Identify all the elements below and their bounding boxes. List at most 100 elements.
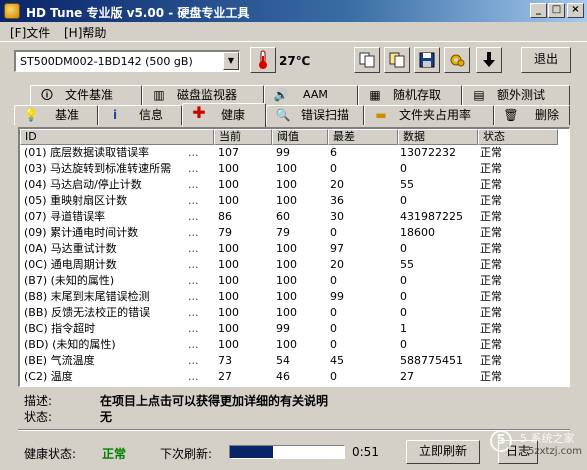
status-cell: 正常: [480, 322, 502, 335]
save-icon[interactable]: [414, 47, 440, 73]
app-icon: [4, 3, 20, 19]
row-dots: ...: [188, 274, 199, 287]
trash-icon: 🗑: [503, 108, 519, 122]
row-dots: ...: [188, 258, 199, 271]
settings-icon[interactable]: [444, 47, 470, 73]
table-row[interactable]: (BC) 指令超时 100 99 0 1 正常...: [20, 321, 569, 337]
watermark-site: 5zxtzj.com: [528, 446, 583, 457]
data-cell: 0: [400, 338, 407, 351]
menu-help[interactable]: [H]帮助: [64, 24, 106, 41]
table-row[interactable]: (04) 马达启动/停止计数 100 100 20 55 正常...: [20, 177, 569, 193]
worst-cell: 97: [330, 242, 344, 255]
tab-disk-monitor[interactable]: ▥ 磁盘监视器: [142, 85, 264, 105]
row-dots: ...: [188, 162, 199, 175]
worst-cell: 0: [330, 274, 337, 287]
threshold-cell: 60: [276, 210, 290, 223]
chevron-down-icon[interactable]: ▼: [223, 52, 239, 70]
row-dots: ...: [188, 322, 199, 335]
data-cell: 0: [400, 306, 407, 319]
down-arrow-icon[interactable]: [476, 47, 502, 73]
progress-fill: [230, 446, 274, 458]
refresh-now-button[interactable]: 立即刷新: [406, 440, 480, 464]
attr-cell: (B7) (未知的属性): [24, 274, 115, 287]
attr-cell: (B8) 末尾到末尾错误检测: [24, 290, 150, 303]
copy-all-icon[interactable]: [384, 47, 410, 73]
info-icon: 🛈: [40, 88, 54, 102]
table-row[interactable]: (09) 累计通电时间计数 79 79 0 18600 正常...: [20, 225, 569, 241]
smart-table[interactable]: ID 当前 阈值 最差 数据 状态 (01) 底层数据读取错误率 107 99 6 13…: [18, 127, 570, 387]
info-icon: i: [112, 108, 118, 122]
window-title: HD Tune 专业版 v5.00 - 硬盘专业工具: [26, 6, 250, 20]
status-cell: 正常: [480, 178, 502, 191]
attr-cell: (BC) 指令超时: [24, 322, 96, 335]
description-text: 在项目上点击可以获得更加详细的有关说明: [100, 394, 329, 408]
attr-cell: (01) 底层数据读取错误率: [24, 146, 150, 159]
close-button[interactable]: ×: [567, 3, 584, 18]
current-cell: 73: [218, 354, 232, 367]
tab-row-top: 🛈 文件基准 ▥ 磁盘监视器 🔊 AAM ▦ 随机存取 ▤ 额外测试: [14, 85, 570, 105]
attr-cell: (0A) 马达重试计数: [24, 242, 117, 255]
attr-cell: (03) 马达旋转到标准转速所需: [24, 162, 172, 175]
table-row[interactable]: (07) 寻道错误率 86 60 30 431987225 正常...: [20, 209, 569, 225]
data-cell: 431987225: [400, 210, 463, 223]
health-status-label: 健康状态:: [24, 447, 77, 461]
tab-extra-tests[interactable]: ▤ 额外测试: [462, 85, 570, 105]
column-header-id[interactable]: ID: [20, 129, 214, 145]
table-row[interactable]: (01) 底层数据读取错误率 107 99 6 13072232 正常...: [20, 145, 569, 161]
tab-label: 信息: [139, 108, 164, 122]
table-row[interactable]: (BE) 气流温度 73 54 45 588775451 正常...: [20, 353, 569, 369]
tab-label: 文件夹占用率: [399, 108, 472, 122]
table-row[interactable]: (C2) 温度 27 46 0 27 正常...: [20, 369, 569, 385]
tab-info[interactable]: i 信息: [98, 105, 182, 125]
worst-cell: 0: [330, 306, 337, 319]
minimize-button[interactable]: _: [530, 3, 547, 18]
tab-aam[interactable]: 🔊 AAM: [264, 85, 358, 105]
folder-icon: ▬: [375, 108, 387, 122]
column-header-data[interactable]: 数据: [398, 129, 478, 145]
table-row[interactable]: (B7) (未知的属性) 100 100 0 0 正常...: [20, 273, 569, 289]
table-row[interactable]: (0C) 通电周期计数 100 100 20 55 正常...: [20, 257, 569, 273]
status-cell: 正常: [480, 274, 502, 287]
column-header-status[interactable]: 状态: [478, 129, 558, 145]
menu-file[interactable]: [F]文件: [10, 24, 50, 41]
description-area: 描述: 在项目上点击可以获得更加详细的有关说明 状态: 无: [0, 388, 587, 428]
threshold-cell: 100: [276, 258, 297, 271]
tab-erase[interactable]: 🗑 删除: [494, 105, 570, 125]
row-dots: ...: [188, 226, 199, 239]
tab-label: 额外测试: [497, 88, 546, 102]
table-row[interactable]: (BB) 反馈无法校正的错误 100 100 0 0 正常...: [20, 305, 569, 321]
tab-health[interactable]: ✚ 健康: [182, 103, 266, 127]
drive-select[interactable]: ST500DM002-1BD142 (500 gB) ▼: [14, 50, 240, 72]
thermometer-icon[interactable]: [250, 47, 276, 73]
table-row[interactable]: (0A) 马达重试计数 100 100 97 0 正常...: [20, 241, 569, 257]
worst-cell: 6: [330, 146, 337, 159]
toolbar: ST500DM002-1BD142 (500 gB) ▼ 27℃ 退出: [0, 41, 587, 77]
column-header-worst[interactable]: 最差: [328, 129, 398, 145]
worst-cell: 0: [330, 162, 337, 175]
table-row[interactable]: (03) 马达旋转到标准转速所需 100 100 0 0 正常...: [20, 161, 569, 177]
threshold-cell: 99: [276, 146, 290, 159]
table-row[interactable]: (B8) 末尾到末尾错误检测 100 100 99 0 正常...: [20, 289, 569, 305]
table-row[interactable]: (BD) (未知的属性) 100 100 0 0 正常...: [20, 337, 569, 353]
tab-file-benchmark[interactable]: 🛈 文件基准: [30, 85, 142, 105]
health-cross-icon: ✚: [192, 103, 206, 122]
column-header-threshold[interactable]: 阈值: [272, 129, 328, 145]
maximize-button[interactable]: □: [548, 3, 565, 18]
tab-benchmark[interactable]: 💡 基准: [14, 105, 98, 125]
tab-folder-usage[interactable]: ▬ 文件夹占用率: [364, 105, 494, 125]
exit-button[interactable]: 退出: [521, 47, 571, 73]
status-cell: 正常: [480, 370, 502, 383]
data-cell: 0: [400, 242, 407, 255]
worst-cell: 99: [330, 290, 344, 303]
tab-error-scan[interactable]: 🔍 错误扫描: [266, 105, 364, 125]
tab-random-access[interactable]: ▦ 随机存取: [358, 85, 462, 105]
divider: [18, 429, 570, 431]
item-status-label: 状态:: [24, 410, 53, 424]
data-cell: 1: [400, 322, 407, 335]
copy-icon[interactable]: [354, 47, 380, 73]
threshold-cell: 100: [276, 178, 297, 191]
status-cell: 正常: [480, 210, 502, 223]
column-header-current[interactable]: 当前: [214, 129, 272, 145]
status-cell: 正常: [480, 290, 502, 303]
table-row[interactable]: (05) 重映射扇区计数 100 100 36 0 正常...: [20, 193, 569, 209]
